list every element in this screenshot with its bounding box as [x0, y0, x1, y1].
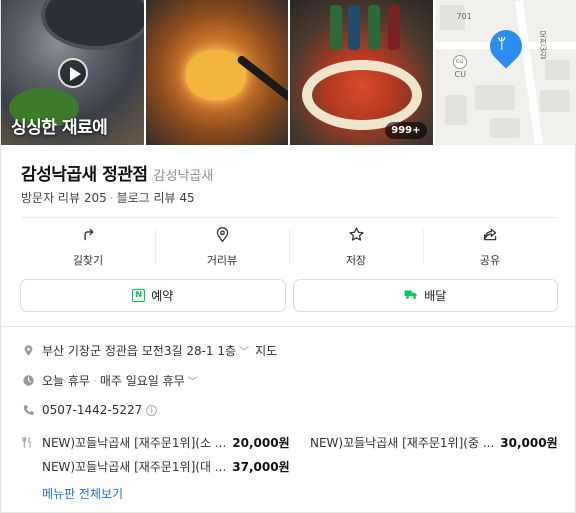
bottle-graphic — [348, 5, 360, 50]
info-icon[interactable]: i — [146, 404, 158, 416]
address-row: 부산 기장군 정관읍 모전3길 28-1 1층 ﹀ 지도 — [21, 342, 277, 359]
food-graphic — [185, 50, 246, 100]
reserve-button[interactable]: N 예약 — [20, 279, 286, 312]
share-icon — [482, 226, 499, 247]
map-label: CU — [454, 70, 466, 79]
delivery-truck-icon — [404, 288, 418, 303]
review-summary: 방문자 리뷰 205 · 블로그 리뷰 45 — [21, 189, 195, 206]
address-text[interactable]: 부산 기장군 정관읍 모전3길 28-1 1층 — [42, 342, 236, 359]
map-thumbnail[interactable]: 701 모전3길 cu CU ᛘ — [434, 0, 576, 145]
share-label: 공유 — [479, 254, 501, 267]
visitor-reviews-count: 205 — [83, 191, 107, 205]
naver-n-icon: N — [132, 289, 146, 302]
star-icon — [348, 226, 365, 247]
convenience-store-icon: cu — [452, 55, 467, 69]
menu-item-price: 20,000원 — [232, 436, 290, 450]
separator-dot: · — [92, 373, 97, 388]
map-building — [489, 118, 520, 138]
phone-number[interactable]: 0507-1442-5227 — [42, 403, 142, 417]
menu-item[interactable]: NEW)꼬들낙곱새 [재주문1위](중 ... 30,000원 — [310, 434, 558, 451]
reserve-label: 예약 — [151, 289, 174, 303]
street-view-label: 거리뷰 — [206, 254, 238, 267]
section-divider — [1, 326, 575, 327]
clock-icon — [21, 374, 36, 387]
pan-graphic — [41, 0, 144, 50]
bottle-graphic — [330, 5, 342, 50]
blog-reviews-link[interactable]: 블로그 리뷰 45 — [117, 191, 195, 205]
save-label: 저장 — [345, 254, 367, 267]
action-bar: 길찾기 거리뷰 저장 공유 — [21, 220, 557, 274]
place-name[interactable]: 감성낙곱새 정관점 — [21, 160, 148, 185]
title-row: 감성낙곱새 정관점 감성낙곱새 — [21, 160, 213, 185]
menu-item-name: NEW)꼬들낙곱새 [재주문1위](대 ... — [42, 460, 227, 474]
map-label: 701 — [456, 12, 472, 21]
delivery-label: 배달 — [424, 289, 447, 303]
place-card: 싱싱한 재료에 999+ 701 모전3길 cu CU ᛘ 감성낙곱새 정관점 … — [0, 0, 576, 513]
hours-row: 오늘 휴무 · 매주 일요일 휴무 ﹀ — [21, 372, 198, 389]
map-building — [539, 90, 570, 112]
phone-row: 0507-1442-5227 i — [21, 403, 158, 417]
share-button[interactable]: 공유 — [423, 220, 557, 274]
bottle-graphic — [388, 5, 400, 50]
directions-button[interactable]: 길찾기 — [21, 220, 155, 274]
bottle-graphic — [368, 5, 380, 50]
visitor-reviews-label: 방문자 리뷰 — [21, 191, 81, 205]
street-view-button[interactable]: 거리뷰 — [155, 220, 289, 274]
directions-label: 길찾기 — [72, 254, 104, 267]
hours-status[interactable]: 오늘 휴무 — [42, 372, 90, 389]
menu-item-price: 30,000원 — [500, 436, 558, 450]
play-icon[interactable] — [58, 58, 88, 88]
phone-icon — [21, 404, 36, 417]
hours-detail[interactable]: 매주 일요일 휴무 — [100, 372, 185, 389]
photo-hotpot[interactable]: 999+ — [290, 0, 433, 145]
hotpot-graphic — [302, 60, 422, 130]
separator-dot: · — [109, 191, 114, 205]
divider — [21, 217, 557, 218]
visitor-reviews-link[interactable]: 방문자 리뷰 205 — [21, 191, 107, 205]
more-photos-badge[interactable]: 999+ — [385, 122, 427, 139]
delivery-button[interactable]: 배달 — [292, 279, 558, 312]
photo-strip: 싱싱한 재료에 999+ 701 모전3길 cu CU ᛘ — [1, 0, 576, 145]
menu-item-price: 37,000원 — [232, 460, 290, 474]
chevron-down-icon[interactable]: ﹀ — [188, 373, 198, 388]
full-menu-link[interactable]: 메뉴판 전체보기 — [42, 485, 123, 502]
menu-item-name: NEW)꼬들낙곱새 [재주문1위](소 ... — [42, 436, 227, 450]
blog-reviews-count: 45 — [179, 191, 195, 205]
place-category: 감성낙곱새 — [153, 169, 214, 184]
menu-item[interactable]: NEW)꼬들낙곱새 [재주문1위](소 ... 20,000원 — [42, 434, 290, 451]
map-building — [444, 95, 467, 125]
restaurant-icon: ᛘ — [497, 36, 506, 52]
location-pin-icon — [21, 344, 36, 357]
menu-item[interactable]: NEW)꼬들낙곱새 [재주문1위](대 ... 37,000원 — [42, 458, 290, 475]
chevron-down-icon[interactable]: ﹀ — [239, 343, 249, 358]
map-label: 모전3길 — [538, 30, 548, 60]
directions-icon — [80, 226, 97, 247]
blog-reviews-label: 블로그 리뷰 — [116, 191, 176, 205]
primary-buttons: N 예약 배달 — [20, 279, 558, 312]
location-pin-icon — [214, 226, 231, 247]
map-link[interactable]: 지도 — [255, 342, 277, 359]
map-building — [474, 85, 515, 110]
photo-food-closeup[interactable] — [145, 0, 288, 145]
menu-utensils-icon — [21, 434, 36, 453]
photo-overlay-text: 싱싱한 재료에 — [11, 118, 108, 138]
map-building — [544, 60, 570, 80]
menu-item-name: NEW)꼬들낙곱새 [재주문1위](중 ... — [310, 436, 495, 450]
save-button[interactable]: 저장 — [289, 220, 423, 274]
photo-video-thumbnail[interactable]: 싱싱한 재료에 — [1, 0, 144, 145]
